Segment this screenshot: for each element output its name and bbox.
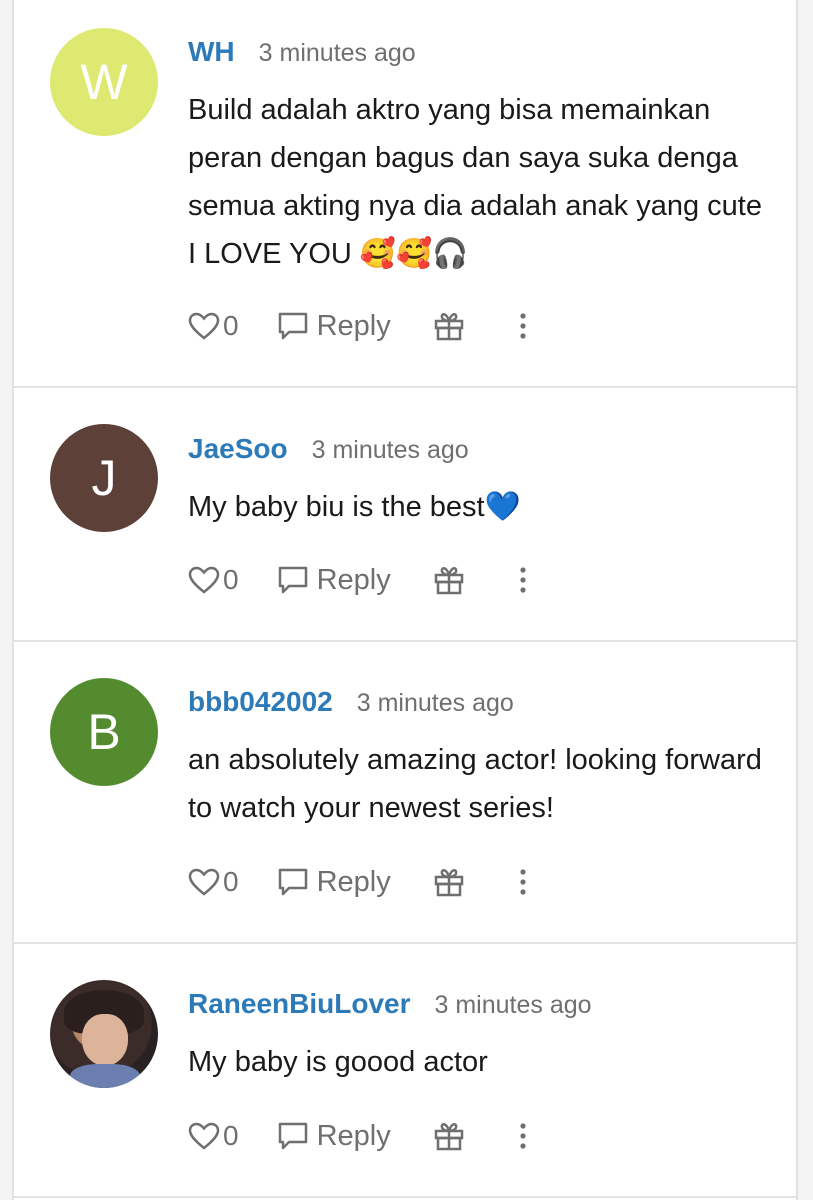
reply-button[interactable]: Reply (277, 866, 391, 899)
comment-text: an absolutely amazing actor! looking for… (188, 744, 762, 824)
reply-label: Reply (316, 1119, 391, 1152)
reply-button[interactable]: Reply (277, 310, 391, 343)
comment-meta: JaeSoo 3 minutes ago (188, 433, 469, 465)
comment-text: My baby biu is the best💙 (188, 491, 521, 523)
heart-icon (188, 566, 220, 594)
comment-actions: 0 Reply (188, 560, 527, 600)
like-button[interactable]: 0 (188, 564, 239, 596)
comments-panel: W WH 3 minutes ago Build adalah aktro ya… (12, 0, 798, 1200)
reply-label: Reply (316, 563, 391, 596)
gift-button[interactable] (433, 564, 465, 596)
speech-bubble-icon (278, 1122, 307, 1150)
comment-text: My baby is goood actor (188, 1046, 488, 1078)
speech-bubble-icon (278, 312, 307, 340)
heart-icon (188, 868, 220, 896)
like-button[interactable]: 0 (188, 866, 239, 898)
reply-label: Reply (316, 309, 391, 342)
avatar-letter: J (91, 450, 117, 506)
like-button[interactable]: 0 (188, 1120, 239, 1152)
gift-icon (434, 567, 463, 595)
username-link[interactable]: bbb042002 (188, 686, 333, 718)
heart-icon (188, 312, 220, 340)
more-options-button[interactable] (519, 1123, 527, 1149)
speech-bubble-icon (278, 868, 307, 896)
gift-icon (434, 869, 463, 897)
gift-button[interactable] (433, 310, 465, 342)
timestamp: 3 minutes ago (434, 991, 592, 1019)
timestamp: 3 minutes ago (258, 39, 416, 67)
avatar[interactable] (50, 980, 158, 1088)
comment-text: Build adalah aktro yang bisa memainkan p… (188, 94, 762, 270)
avatar[interactable]: W (50, 28, 158, 136)
like-count: 0 (223, 310, 239, 341)
more-vertical-icon (520, 869, 526, 895)
comment-actions: 0 Reply (188, 1116, 527, 1156)
speech-bubble-icon (278, 566, 307, 594)
reply-button[interactable]: Reply (277, 1120, 391, 1153)
like-count: 0 (223, 564, 239, 595)
avatar-letter: W (80, 54, 128, 110)
gift-icon (434, 313, 463, 341)
gift-icon (434, 1123, 463, 1151)
gift-button[interactable] (433, 1120, 465, 1152)
heart-icon (188, 1122, 220, 1150)
comment-item: B bbb042002 3 minutes ago an absolutely … (14, 642, 796, 944)
more-vertical-icon (520, 567, 526, 593)
more-options-button[interactable] (519, 313, 527, 339)
more-vertical-icon (520, 1123, 526, 1149)
comment-item: W WH 3 minutes ago Build adalah aktro ya… (14, 0, 796, 388)
avatar-photo-shirt (70, 1064, 140, 1088)
comment-actions: 0 Reply (188, 306, 527, 346)
username-link[interactable]: RaneenBiuLover (188, 988, 411, 1020)
gift-button[interactable] (433, 866, 465, 898)
avatar[interactable]: J (50, 424, 158, 532)
timestamp: 3 minutes ago (311, 436, 469, 464)
like-button[interactable]: 0 (188, 310, 239, 342)
like-count: 0 (223, 1120, 239, 1151)
username-link[interactable]: WH (188, 36, 235, 68)
avatar[interactable]: B (50, 678, 158, 786)
timestamp: 3 minutes ago (356, 689, 514, 717)
avatar-photo-face (82, 1014, 128, 1066)
like-count: 0 (223, 866, 239, 897)
more-vertical-icon (520, 313, 526, 339)
comment-item: RaneenBiuLover 3 minutes ago My baby is … (14, 944, 796, 1198)
reply-button[interactable]: Reply (277, 564, 391, 597)
comment-actions: 0 Reply (188, 862, 527, 902)
more-options-button[interactable] (519, 869, 527, 895)
username-link[interactable]: JaeSoo (188, 433, 288, 465)
reply-label: Reply (316, 865, 391, 898)
more-options-button[interactable] (519, 567, 527, 593)
comment-item: J JaeSoo 3 minutes ago My baby biu is th… (14, 388, 796, 642)
comment-meta: RaneenBiuLover 3 minutes ago (188, 988, 592, 1020)
comment-meta: bbb042002 3 minutes ago (188, 686, 514, 718)
avatar-letter: B (87, 704, 121, 760)
comment-meta: WH 3 minutes ago (188, 36, 416, 68)
